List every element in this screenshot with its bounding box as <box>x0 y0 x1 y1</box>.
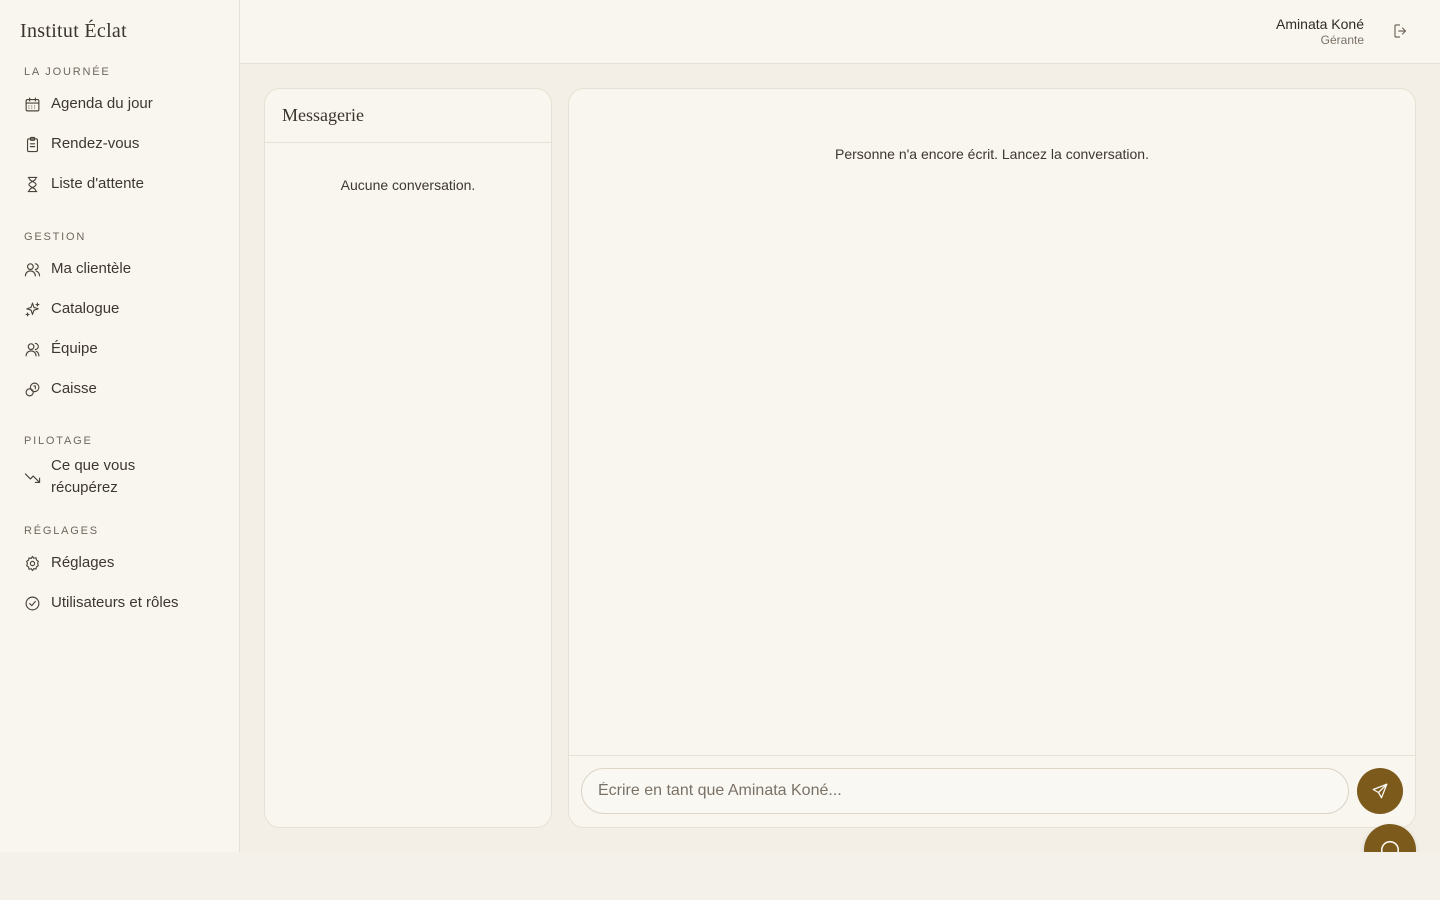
sidebar-item-label: Équipe <box>51 340 98 357</box>
top-bar: Aminata Koné Gérante <box>240 0 1440 64</box>
sidebar-item-label: Catalogue <box>51 300 120 317</box>
sidebar-item-label: Réglages <box>51 554 115 571</box>
sidebar-item-label: Ma clientèle <box>51 260 132 277</box>
check-circle-icon <box>24 595 41 612</box>
logout-icon[interactable] <box>1392 22 1410 40</box>
sidebar-item-label: Liste d'attente <box>51 175 144 192</box>
sidebar-item-label: Agenda du jour <box>51 95 153 112</box>
sidebar-item-label: Rendez-vous <box>51 135 140 152</box>
panel-title: Messagerie <box>282 105 364 125</box>
user-role: Gérante <box>1320 33 1364 47</box>
message-input[interactable] <box>581 768 1349 814</box>
bottom-band <box>0 852 1440 900</box>
nav-heading: GESTION <box>24 231 87 243</box>
sidebar-item-recuperez[interactable]: Ce que vous récupérez <box>0 451 240 503</box>
chat-panel: Personne n'a encore écrit. Lancez la con… <box>568 88 1416 828</box>
sidebar-item-label: Ce que vous récupérez <box>51 457 136 496</box>
nav-heading: PILOTAGE <box>24 435 93 447</box>
sidebar-item-reglages[interactable]: Réglages <box>0 543 240 583</box>
sidebar-item-equipe[interactable]: Équipe <box>0 329 240 369</box>
nav-section-pilotage: PILOTAGE Ce que vous récupérez <box>0 433 240 503</box>
clipboard-icon <box>24 136 41 153</box>
sidebar-item-label: Utilisateurs et rôles <box>51 594 179 611</box>
conversation-list-header: Messagerie <box>265 89 551 143</box>
nav-section-journee: LA JOURNÉE Agenda du jour Rendez-vous Li… <box>0 64 240 204</box>
gear-icon <box>24 555 41 572</box>
calendar-icon <box>24 96 41 113</box>
coins-icon <box>24 381 41 398</box>
nav-section-gestion: GESTION Ma clientèle Catalogue Équipe Ca… <box>0 229 240 409</box>
sidebar-item-liste-attente[interactable]: Liste d'attente <box>0 164 240 204</box>
sidebar: Institut Éclat LA JOURNÉE Agenda du jour… <box>0 0 240 852</box>
sidebar-item-clientele[interactable]: Ma clientèle <box>0 249 240 289</box>
sidebar-item-agenda[interactable]: Agenda du jour <box>0 84 240 124</box>
brand-logo[interactable]: Institut Éclat <box>20 20 127 43</box>
send-button[interactable] <box>1357 768 1403 814</box>
user-menu[interactable]: Aminata Koné Gérante <box>1276 15 1364 47</box>
nav-section-reglages: RÉGLAGES Réglages Utilisateurs et rôles <box>0 523 240 623</box>
team-icon <box>24 341 41 358</box>
sidebar-item-catalogue[interactable]: Catalogue <box>0 289 240 329</box>
sidebar-item-caisse[interactable]: Caisse <box>0 369 240 409</box>
conversation-list-panel: Messagerie Aucune conversation. <box>264 88 552 828</box>
empty-state-text: Aucune conversation. <box>340 177 476 193</box>
nav-heading: RÉGLAGES <box>24 525 99 537</box>
chat-empty-state: Personne n'a encore écrit. Lancez la con… <box>835 146 1149 162</box>
hourglass-icon <box>24 176 41 193</box>
user-name: Aminata Koné <box>1276 16 1364 32</box>
send-icon <box>1371 782 1389 800</box>
nav-heading: LA JOURNÉE <box>24 66 111 78</box>
message-composer <box>569 755 1415 827</box>
sparkles-icon <box>24 301 41 318</box>
sidebar-item-rendez-vous[interactable]: Rendez-vous <box>0 124 240 164</box>
sidebar-item-utilisateurs[interactable]: Utilisateurs et rôles <box>0 583 240 623</box>
sidebar-item-label: Caisse <box>51 380 97 397</box>
trend-down-icon <box>24 469 41 486</box>
users-icon <box>24 261 41 278</box>
